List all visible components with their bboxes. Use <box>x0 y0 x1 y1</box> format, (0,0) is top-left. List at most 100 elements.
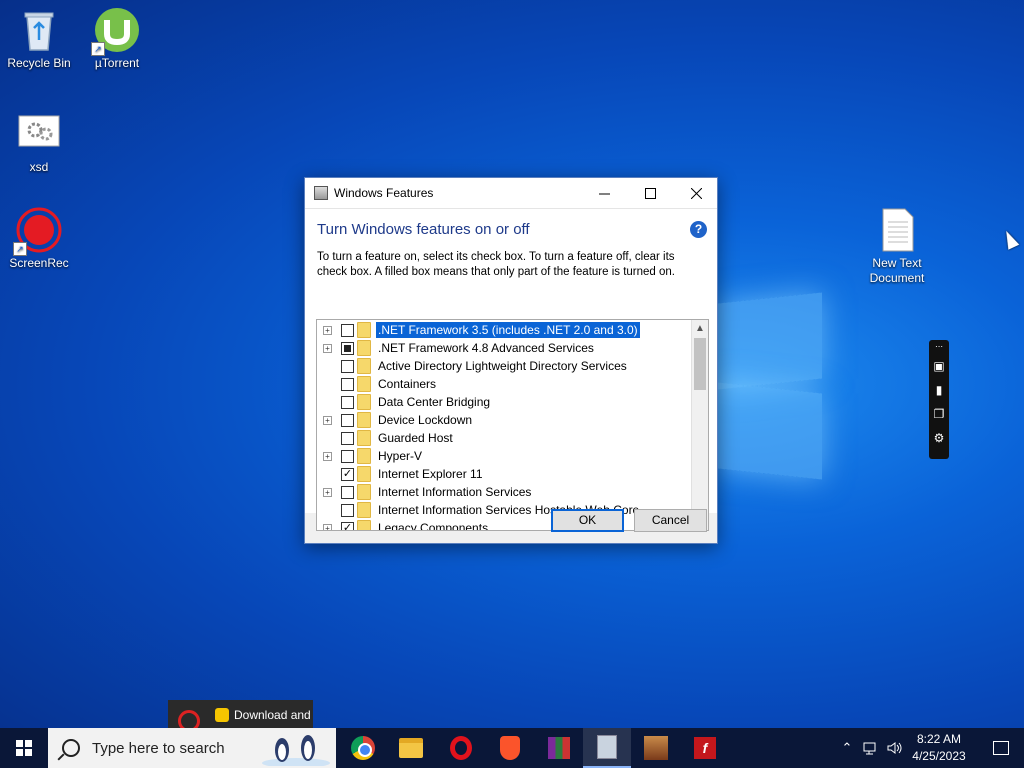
action-center-button[interactable] <box>978 728 1024 768</box>
taskbar-brave[interactable] <box>486 728 534 768</box>
maximize-button[interactable] <box>627 178 673 208</box>
dialog-body: Turn Windows features on or off ? To tur… <box>305 208 717 531</box>
feature-row[interactable]: ✓ Internet Explorer 11 <box>317 465 693 483</box>
desktop-icon-screenrec[interactable]: ↗ ScreenRec <box>0 206 78 271</box>
feature-row[interactable]: + .NET Framework 3.5 (includes .NET 2.0 a… <box>317 321 693 339</box>
notification-icon <box>993 741 1009 755</box>
feature-label[interactable]: Guarded Host <box>376 430 455 446</box>
taskbar-game[interactable] <box>632 728 680 768</box>
windows-features-dialog: Windows Features Turn Windows features o… <box>304 177 718 544</box>
volume-icon[interactable] <box>884 728 906 768</box>
generic-app-icon <box>597 735 617 759</box>
close-icon <box>690 187 702 199</box>
feature-row[interactable]: + Device Lockdown <box>317 411 693 429</box>
taskbar-chrome[interactable] <box>339 728 387 768</box>
search-placeholder: Type here to search <box>92 739 225 757</box>
feature-label[interactable]: .NET Framework 4.8 Advanced Services <box>376 340 596 356</box>
network-icon[interactable] <box>860 728 882 768</box>
feature-row[interactable]: Active Directory Lightweight Directory S… <box>317 357 693 375</box>
feature-checkbox[interactable] <box>341 503 354 517</box>
gallery-icon[interactable]: ❐ <box>929 402 949 426</box>
feature-row[interactable]: Guarded Host <box>317 429 693 447</box>
opera-icon <box>450 736 472 760</box>
feature-checkbox[interactable] <box>341 341 354 355</box>
taskbar-windows-features[interactable] <box>583 728 631 768</box>
feature-checkbox[interactable] <box>341 323 354 337</box>
desktop-icon-recycle-bin[interactable]: Recycle Bin <box>0 6 78 71</box>
scroll-up-icon[interactable]: ▲ <box>692 320 708 337</box>
capture-toolbar: ⋯ ▣ ▮ ❐ ⚙ <box>929 340 949 459</box>
feature-label[interactable]: Data Center Bridging <box>376 394 492 410</box>
notification-popup[interactable]: Download and <box>168 700 313 728</box>
feature-checkbox[interactable] <box>341 359 354 373</box>
cancel-button[interactable]: Cancel <box>634 509 707 532</box>
feature-row[interactable]: + Internet Information Services <box>317 483 693 501</box>
expander-spacer <box>323 380 332 389</box>
feature-checkbox[interactable]: ✓ <box>341 521 354 530</box>
feature-checkbox[interactable] <box>341 449 354 463</box>
folder-icon <box>357 520 371 530</box>
toolbar-menu-icon[interactable]: ⋯ <box>929 340 949 354</box>
feature-label[interactable]: Device Lockdown <box>376 412 474 428</box>
feature-label[interactable]: Legacy Components <box>376 520 490 530</box>
desktop-icon-new-text-document[interactable]: New Text Document <box>858 206 936 286</box>
settings-file-icon <box>15 110 63 158</box>
feature-checkbox[interactable] <box>341 377 354 391</box>
scroll-thumb[interactable] <box>694 338 706 390</box>
chrome-icon <box>351 736 375 760</box>
folder-icon <box>357 394 371 410</box>
feature-label[interactable]: .NET Framework 3.5 (includes .NET 2.0 an… <box>375 321 641 339</box>
folder-icon <box>357 376 371 392</box>
camera-icon[interactable]: ▣ <box>929 354 949 378</box>
expand-icon[interactable]: + <box>323 451 332 461</box>
folder-icon <box>357 502 371 518</box>
feature-row[interactable]: Containers <box>317 375 693 393</box>
expand-icon[interactable]: + <box>323 343 332 353</box>
taskbar-winrar[interactable] <box>535 728 583 768</box>
feature-row[interactable]: + Hyper-V <box>317 447 693 465</box>
feature-checkbox[interactable] <box>341 395 354 409</box>
features-tree[interactable]: + ✓ Legacy Components Internet Information … <box>316 319 709 531</box>
expand-icon[interactable]: + <box>323 415 332 425</box>
dialog-titlebar[interactable]: Windows Features <box>305 178 717 208</box>
feature-checkbox[interactable] <box>341 413 354 427</box>
search-box[interactable]: Type here to search <box>48 728 336 768</box>
expand-icon[interactable]: + <box>323 487 332 497</box>
start-button[interactable] <box>0 728 48 768</box>
winrar-icon <box>548 737 570 759</box>
minimize-icon <box>598 193 610 194</box>
taskbar-flash[interactable]: f <box>681 728 729 768</box>
feature-checkbox[interactable] <box>341 485 354 499</box>
feature-row[interactable]: + .NET Framework 4.8 Advanced Services <box>317 339 693 357</box>
clock-date: 4/25/2023 <box>912 749 966 763</box>
settings-icon[interactable]: ⚙ <box>929 426 949 450</box>
feature-row[interactable]: Data Center Bridging <box>317 393 693 411</box>
expander-spacer <box>323 434 332 443</box>
taskbar-opera[interactable] <box>437 728 485 768</box>
feature-label[interactable]: Hyper-V <box>376 448 424 464</box>
feature-checkbox[interactable]: ✓ <box>341 467 354 481</box>
windows-logo-icon <box>16 740 32 756</box>
expand-icon[interactable]: + <box>323 523 332 530</box>
desktop-icon-xsd[interactable]: xsd <box>0 110 78 175</box>
clock-time: 8:22 AM <box>916 732 962 746</box>
screenrec-icon: ↗ <box>13 206 63 256</box>
taskbar-clock[interactable]: 8:22 AM 4/25/2023 <box>906 731 972 765</box>
text-document-icon <box>873 206 921 254</box>
close-button[interactable] <box>673 178 719 208</box>
feature-label[interactable]: Internet Explorer 11 <box>376 466 485 482</box>
taskbar-file-explorer[interactable] <box>387 728 435 768</box>
show-hidden-icons-button[interactable]: ⌃ <box>836 728 858 768</box>
help-icon[interactable]: ? <box>690 221 707 238</box>
minimize-button[interactable] <box>581 178 627 208</box>
video-icon[interactable]: ▮ <box>929 378 949 402</box>
brave-icon <box>500 736 520 760</box>
feature-checkbox[interactable] <box>341 431 354 445</box>
expand-icon[interactable]: + <box>323 325 332 335</box>
feature-label[interactable]: Active Directory Lightweight Directory S… <box>376 358 629 374</box>
desktop-icon-utorrent[interactable]: ↗ µTorrent <box>78 6 156 71</box>
feature-label[interactable]: Internet Information Services <box>376 484 533 500</box>
ok-button[interactable]: OK <box>551 509 624 532</box>
feature-label[interactable]: Containers <box>376 376 438 392</box>
vertical-scrollbar[interactable]: ▲ ▼ <box>691 320 708 530</box>
